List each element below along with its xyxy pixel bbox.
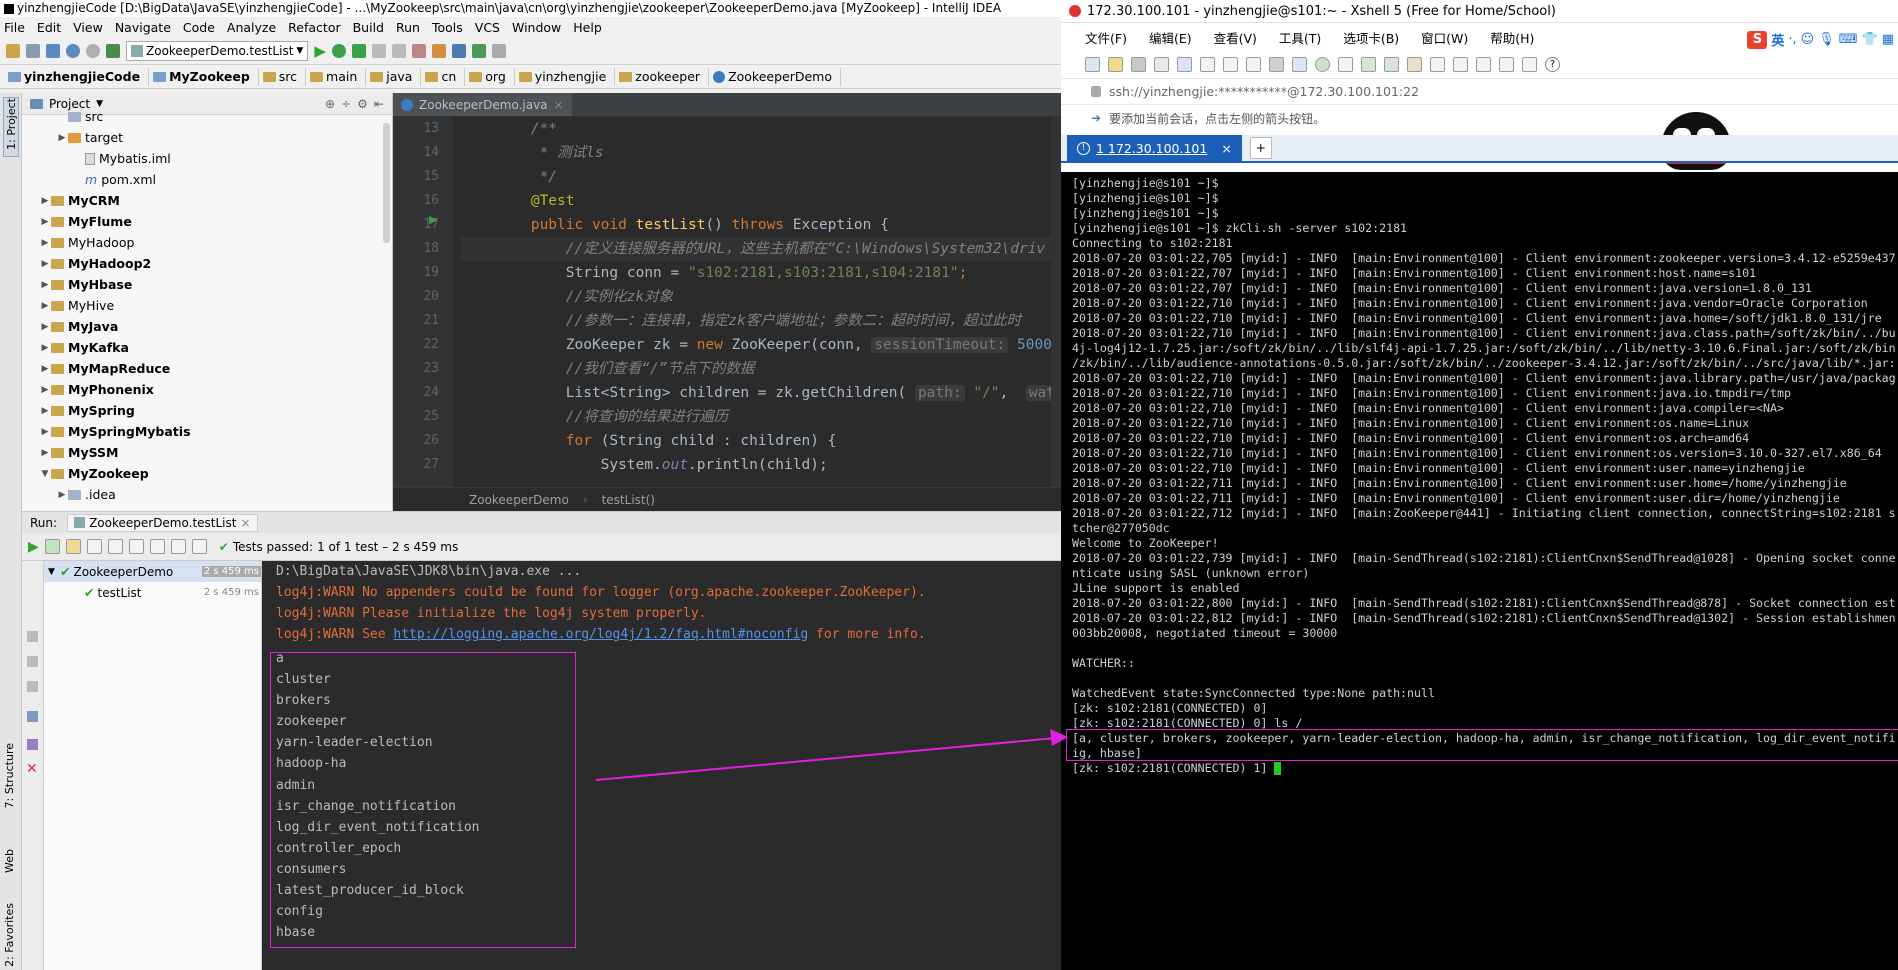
- highlight-arrow: [595, 729, 1068, 781]
